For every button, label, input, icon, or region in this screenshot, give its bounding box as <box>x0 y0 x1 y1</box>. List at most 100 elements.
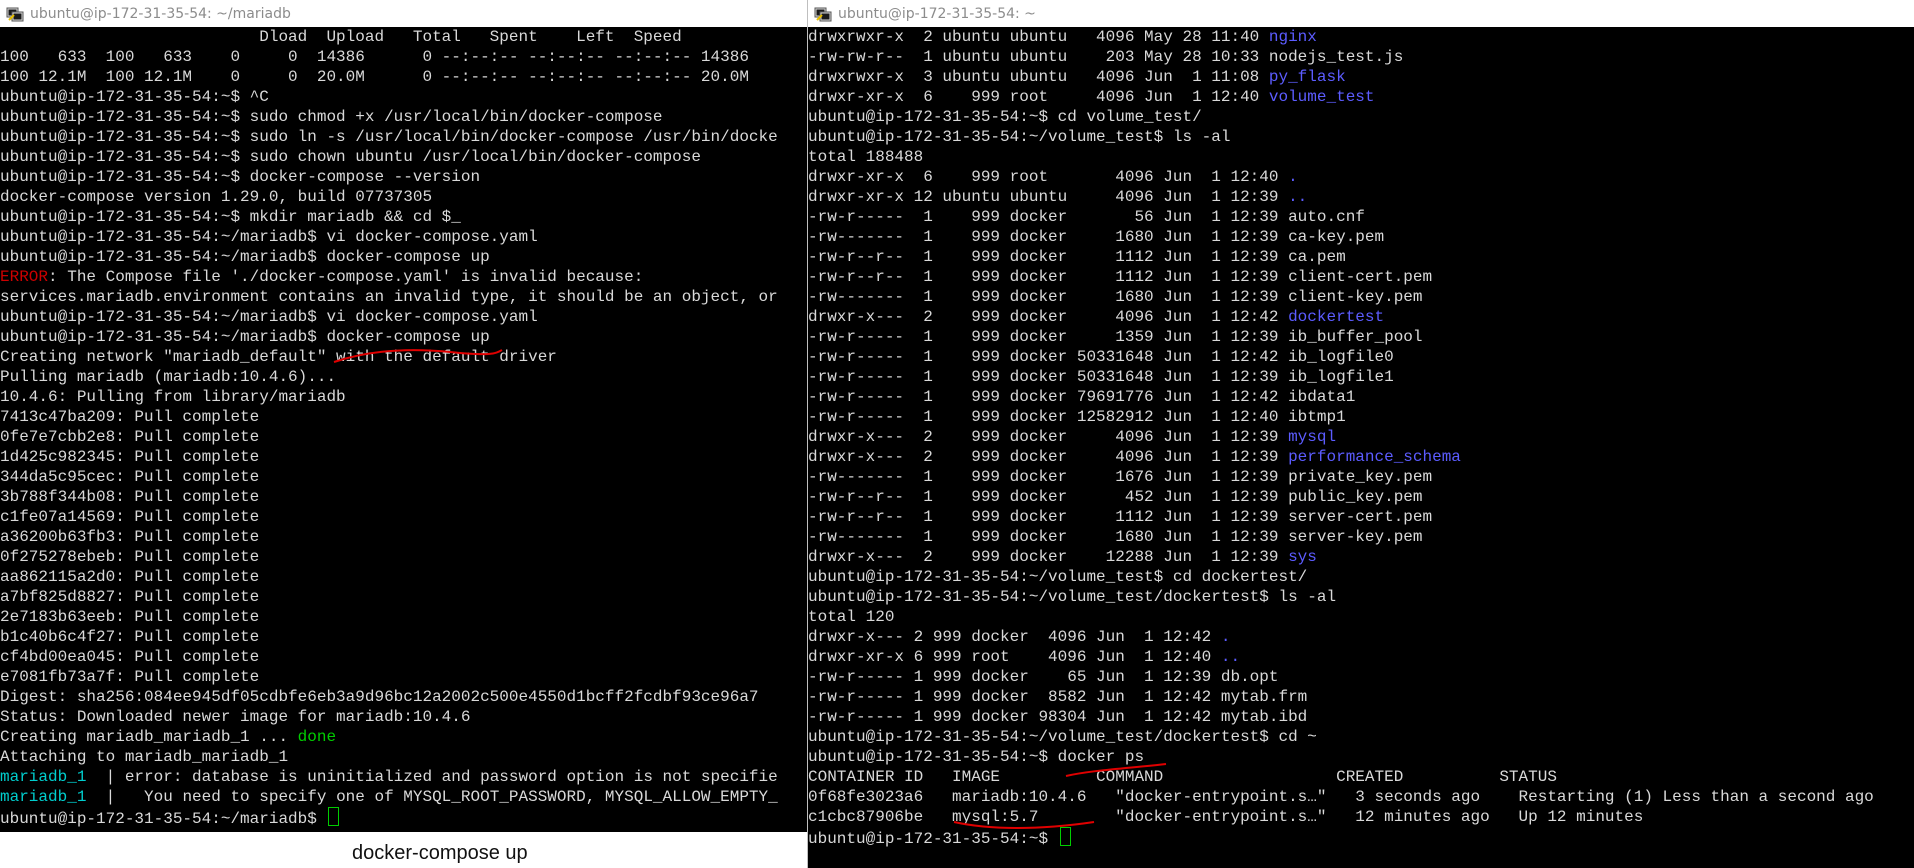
terminal-text: -rw-r----- 1 999 docker 50331648 Jun 1 1… <box>808 348 1394 366</box>
terminal-line: ubuntu@ip-172-31-35-54:~/mariadb$ <box>0 807 808 828</box>
terminal-line: drwxr-x--- 2 999 docker 4096 Jun 1 12:42… <box>808 627 1914 647</box>
terminal-window-right[interactable]: ubuntu@ip-172-31-35-54: ~ drwxrwxr-x 2 u… <box>807 0 1914 868</box>
terminal-line: 0f68fe3023a6 mariadb:10.4.6 "docker-entr… <box>808 787 1914 807</box>
terminal-line: c1cbc87906be mysql:5.7 "docker-entrypoin… <box>808 807 1914 827</box>
terminal-line: 3b788f344b08: Pull complete <box>0 487 808 507</box>
terminal-text: Pulling mariadb (mariadb:10.4.6)... <box>0 368 337 386</box>
terminal-line: -rw-r----- 1 999 docker 98304 Jun 1 12:4… <box>808 707 1914 727</box>
terminal-line: -rw-r----- 1 999 docker 65 Jun 1 12:39 d… <box>808 667 1914 687</box>
terminal-text: 344da5c95cec: Pull complete <box>0 468 260 486</box>
directory-name: . <box>1288 168 1298 186</box>
terminal-line: Attaching to mariadb_mariadb_1 <box>0 747 808 767</box>
terminal-line: ubuntu@ip-172-31-35-54:~/volume_test/doc… <box>808 587 1914 607</box>
terminal-text: Dload Upload Total Spent Left Speed <box>0 28 682 46</box>
terminal-line: 0f275278ebeb: Pull complete <box>0 547 808 567</box>
terminal-text: 2e7183b63eeb: Pull complete <box>0 608 260 626</box>
terminal-line: drwxr-xr-x 6 999 root 4096 Jun 1 12:40 . <box>808 167 1914 187</box>
terminal-line: total 120 <box>808 607 1914 627</box>
terminal-line: ubuntu@ip-172-31-35-54:~$ docker-compose… <box>0 167 808 187</box>
terminal-line: ubuntu@ip-172-31-35-54:~/mariadb$ vi doc… <box>0 307 808 327</box>
directory-name: performance_schema <box>1288 448 1461 466</box>
directory-name: dockertest <box>1288 308 1385 326</box>
title-bar-left[interactable]: ubuntu@ip-172-31-35-54: ~/mariadb <box>0 0 808 27</box>
terminal-text: ubuntu@ip-172-31-35-54:~/mariadb$ vi doc… <box>0 228 538 246</box>
terminal-text: a36200b63fb3: Pull complete <box>0 528 260 546</box>
terminal-text: -rw-r--r-- 1 999 docker 452 Jun 1 12:39 … <box>808 488 1423 506</box>
terminal-text: ubuntu@ip-172-31-35-54:~$ sudo chown ubu… <box>0 148 701 166</box>
terminal-line: 2e7183b63eeb: Pull complete <box>0 607 808 627</box>
terminal-line: a7bf825d8827: Pull complete <box>0 587 808 607</box>
terminal-text: drwxrwxr-x 2 ubuntu ubuntu 4096 May 28 1… <box>808 28 1269 46</box>
terminal-line: ubuntu@ip-172-31-35-54:~/volume_test/doc… <box>808 727 1914 747</box>
terminal-text: -rw------- 1 999 docker 1680 Jun 1 12:39… <box>808 288 1423 306</box>
terminal-cursor <box>1059 827 1071 846</box>
terminal-line: Pulling mariadb (mariadb:10.4.6)... <box>0 367 808 387</box>
terminal-line: 100 12.1M 100 12.1M 0 0 20.0M 0 --:--:--… <box>0 67 808 87</box>
terminal-line: 344da5c95cec: Pull complete <box>0 467 808 487</box>
terminal-line: 100 633 100 633 0 0 14386 0 --:--:-- --:… <box>0 47 808 67</box>
terminal-line: -rw-r----- 1 999 docker 50331648 Jun 1 1… <box>808 347 1914 367</box>
terminal-text: drwxr-xr-x 6 999 root 4096 Jun 1 12:40 <box>808 88 1269 106</box>
terminal-line: ubuntu@ip-172-31-35-54:~/mariadb$ docker… <box>0 327 808 347</box>
terminal-line: ubuntu@ip-172-31-35-54:~$ docker ps <box>808 747 1914 767</box>
terminal-text: ubuntu@ip-172-31-35-54:~$ docker ps <box>808 748 1145 766</box>
terminal-text: ubuntu@ip-172-31-35-54:~$ sudo ln -s /us… <box>0 128 778 146</box>
terminal-text: | error: database is uninitialized and p… <box>86 768 778 786</box>
terminal-line: Digest: sha256:084ee945df05cdbfe6eb3a9d9… <box>0 687 808 707</box>
window-title: ubuntu@ip-172-31-35-54: ~/mariadb <box>30 5 291 22</box>
terminal-text: cf4bd00ea045: Pull complete <box>0 648 260 666</box>
terminal-line: 0fe7e7cbb2e8: Pull complete <box>0 427 808 447</box>
terminal-text: drwxr-xr-x 6 999 root 4096 Jun 1 12:40 <box>808 168 1289 186</box>
terminal-line: ubuntu@ip-172-31-35-54:~$ sudo ln -s /us… <box>0 127 808 147</box>
terminal-line: ubuntu@ip-172-31-35-54:~/mariadb$ vi doc… <box>0 227 808 247</box>
terminal-text: -rw-r--r-- 1 999 docker 1112 Jun 1 12:39… <box>808 508 1433 526</box>
terminal-text: drwxr-x--- 2 999 docker 12288 Jun 1 12:3… <box>808 548 1289 566</box>
terminal-text: Digest: sha256:084ee945df05cdbfe6eb3a9d9… <box>0 688 759 706</box>
terminal-line: cf4bd00ea045: Pull complete <box>0 647 808 667</box>
terminal-line: Creating network "mariadb_default" with … <box>0 347 808 367</box>
terminal-text: aa862115a2d0: Pull complete <box>0 568 260 586</box>
terminal-text: 1d425c982345: Pull complete <box>0 448 260 466</box>
terminal-line: 1d425c982345: Pull complete <box>0 447 808 467</box>
terminal-line: ERROR: The Compose file './docker-compos… <box>0 267 808 287</box>
terminal-line: mariadb_1 | error: database is uninitial… <box>0 767 808 787</box>
colored-text: mariadb_1 <box>0 788 87 806</box>
terminal-line: drwxr-x--- 2 999 docker 4096 Jun 1 12:39… <box>808 427 1914 447</box>
title-bar-right[interactable]: ubuntu@ip-172-31-35-54: ~ <box>808 0 1914 27</box>
terminal-line: -rw-r----- 1 999 docker 79691776 Jun 1 1… <box>808 387 1914 407</box>
terminal-text: -rw-r----- 1 999 docker 1359 Jun 1 12:39… <box>808 328 1423 346</box>
terminal-line: drwxr-xr-x 12 ubuntu ubuntu 4096 Jun 1 1… <box>808 187 1914 207</box>
terminal-text: ubuntu@ip-172-31-35-54:~$ <box>808 830 1058 848</box>
terminal-line: ubuntu@ip-172-31-35-54:~$ mkdir mariadb … <box>0 207 808 227</box>
window-title: ubuntu@ip-172-31-35-54: ~ <box>838 5 1036 22</box>
terminal-text: ubuntu@ip-172-31-35-54:~/volume_test$ ls… <box>808 128 1231 146</box>
terminal-line: -rw-r----- 1 999 docker 1359 Jun 1 12:39… <box>808 327 1914 347</box>
terminal-text: ubuntu@ip-172-31-35-54:~$ sudo chmod +x … <box>0 108 663 126</box>
terminal-text: 0fe7e7cbb2e8: Pull complete <box>0 428 260 446</box>
terminal-text: ubuntu@ip-172-31-35-54:~/mariadb$ vi doc… <box>0 308 538 326</box>
terminal-text: 100 633 100 633 0 0 14386 0 --:--:-- --:… <box>0 48 749 66</box>
terminal-text: -rw------- 1 999 docker 1676 Jun 1 12:39… <box>808 468 1433 486</box>
terminal-line: -rw-r----- 1 999 docker 12582912 Jun 1 1… <box>808 407 1914 427</box>
terminal-line: services.mariadb.environment contains an… <box>0 287 808 307</box>
terminal-text: -rw-r----- 1 999 docker 8582 Jun 1 12:42… <box>808 688 1308 706</box>
terminal-text: a7bf825d8827: Pull complete <box>0 588 260 606</box>
terminal-text: 7413c47ba209: Pull complete <box>0 408 260 426</box>
terminal-line: b1c40b6c4f27: Pull complete <box>0 627 808 647</box>
terminal-output[interactable]: drwxrwxr-x 2 ubuntu ubuntu 4096 May 28 1… <box>808 27 1914 868</box>
terminal-line: -rw-r--r-- 1 999 docker 1112 Jun 1 12:39… <box>808 247 1914 267</box>
terminal-line: Status: Downloaded newer image for maria… <box>0 707 808 727</box>
terminal-text: 100 12.1M 100 12.1M 0 0 20.0M 0 --:--:--… <box>0 68 749 86</box>
terminal-line: -rw-r--r-- 1 999 docker 452 Jun 1 12:39 … <box>808 487 1914 507</box>
terminal-window-left[interactable]: ubuntu@ip-172-31-35-54: ~/mariadb Dload … <box>0 0 808 832</box>
directory-name: . <box>1220 628 1231 646</box>
terminal-line: ubuntu@ip-172-31-35-54:~/mariadb$ docker… <box>0 247 808 267</box>
terminal-output[interactable]: Dload Upload Total Spent Left Speed 100 6… <box>0 27 808 832</box>
terminal-text: ubuntu@ip-172-31-35-54:~/volume_test/doc… <box>808 728 1317 746</box>
terminal-text: ubuntu@ip-172-31-35-54:~$ mkdir mariadb … <box>0 208 461 226</box>
terminal-line: drwxr-x--- 2 999 docker 4096 Jun 1 12:39… <box>808 447 1914 467</box>
terminal-text: -rw-r----- 1 999 docker 79691776 Jun 1 1… <box>808 388 1356 406</box>
terminal-line: ubuntu@ip-172-31-35-54:~$ sudo chown ubu… <box>0 147 808 167</box>
terminal-line: ubuntu@ip-172-31-35-54:~$ ^C <box>0 87 808 107</box>
terminal-text: -rw-r----- 1 999 docker 56 Jun 1 12:39 a… <box>808 208 1365 226</box>
